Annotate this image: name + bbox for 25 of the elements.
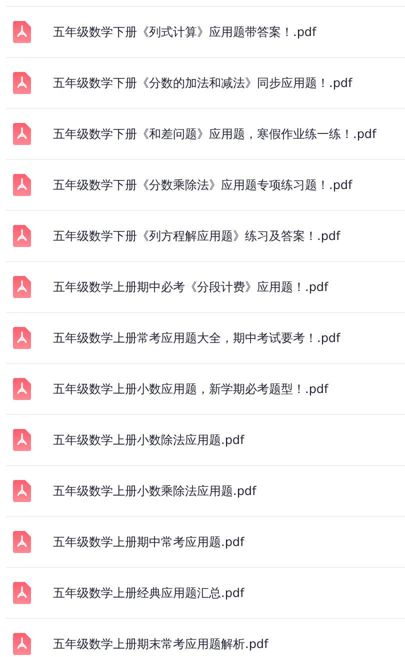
pdf-file-icon bbox=[13, 531, 31, 553]
pdf-file-icon bbox=[13, 72, 31, 94]
file-name[interactable]: 五年级数学上册常考应用题大全，期中考试要考！.pdf bbox=[53, 329, 340, 347]
file-name[interactable]: 五年级数学上册小数应用题，新学期必考题型！.pdf bbox=[53, 380, 328, 398]
file-name[interactable]: 五年级数学下册《和差问题》应用题，寒假作业练一练！.pdf bbox=[53, 125, 376, 143]
file-name[interactable]: 五年级数学上册期中必考《分段计费》应用题！.pdf bbox=[53, 278, 328, 296]
file-name[interactable]: 五年级数学上册小数除法应用题.pdf bbox=[53, 431, 244, 449]
pdf-file-icon bbox=[13, 327, 31, 349]
file-name[interactable]: 五年级数学下册《分数乘除法》应用题专项练习题！.pdf bbox=[53, 176, 352, 194]
pdf-file-icon bbox=[13, 429, 31, 451]
file-name[interactable]: 五年级数学上册期末常考应用题解析.pdf bbox=[53, 635, 268, 653]
pdf-file-icon bbox=[13, 225, 31, 247]
pdf-file-icon bbox=[13, 174, 31, 196]
pdf-file-icon bbox=[13, 21, 31, 43]
file-name[interactable]: 五年级数学下册《分数的加法和减法》同步应用题！.pdf bbox=[53, 74, 352, 92]
file-name[interactable]: 五年级数学上册期中常考应用题.pdf bbox=[53, 533, 244, 551]
pdf-file-icon bbox=[13, 582, 31, 604]
file-name[interactable]: 五年级数学下册《列式计算》应用题带答案！.pdf bbox=[53, 23, 316, 41]
pdf-file-icon bbox=[13, 123, 31, 145]
pdf-file-icon bbox=[13, 480, 31, 502]
file-name[interactable]: 五年级数学上册小数乘除法应用题.pdf bbox=[53, 482, 256, 500]
file-name[interactable]: 五年级数学下册《列方程解应用题》练习及答案！.pdf bbox=[53, 227, 340, 245]
pdf-file-icon bbox=[13, 276, 31, 298]
pdf-file-icon bbox=[13, 378, 31, 400]
file-name[interactable]: 五年级数学上册经典应用题汇总.pdf bbox=[53, 584, 244, 602]
